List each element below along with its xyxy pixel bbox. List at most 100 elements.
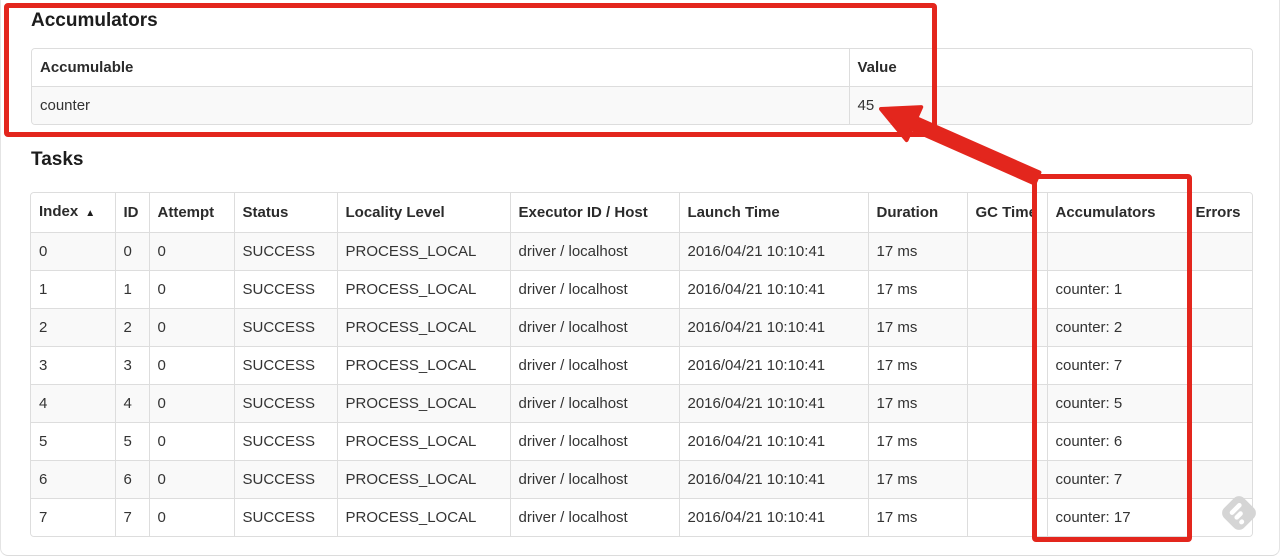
task-cell: 17 ms (868, 422, 968, 461)
tasks-column-header-index[interactable]: Index ▲ (31, 193, 116, 233)
task-cell: PROCESS_LOCAL (337, 346, 511, 385)
value-column-header: Value (849, 49, 1252, 87)
task-cell (1187, 498, 1252, 536)
task-cell: counter: 7 (1047, 460, 1188, 499)
task-cell: PROCESS_LOCAL (337, 308, 511, 347)
tasks-column-header-accumulators[interactable]: Accumulators (1047, 193, 1188, 233)
task-cell: 0 (149, 422, 235, 461)
task-cell: counter: 5 (1047, 384, 1188, 423)
tasks-heading: Tasks (31, 149, 84, 170)
task-cell (967, 384, 1048, 423)
spark-stage-page: Accumulators Accumulable Value counter 4… (0, 0, 1280, 556)
task-cell: counter: 17 (1047, 498, 1188, 536)
task-cell: driver / localhost (510, 498, 680, 536)
task-row: 4 4 0 SUCCESS PROCESS_LOCAL driver / localhos… (31, 384, 1252, 423)
task-cell: driver / localhost (510, 232, 680, 271)
task-cell: 2016/04/21 10:10:41 (679, 460, 869, 499)
task-cell: 5 (31, 422, 116, 461)
task-cell: 17 ms (868, 384, 968, 423)
task-row: 2 2 0 SUCCESS PROCESS_LOCAL driver / localhos… (31, 308, 1252, 347)
task-cell: driver / localhost (510, 422, 680, 461)
accumulable-column-header: Accumulable (32, 49, 850, 87)
task-cell: SUCCESS (234, 308, 338, 347)
task-cell (967, 422, 1048, 461)
accumulable-name-cell: counter (32, 86, 850, 124)
task-cell (1187, 346, 1252, 385)
task-cell: counter: 1 (1047, 270, 1188, 309)
task-cell: 2 (31, 308, 116, 347)
task-cell: driver / localhost (510, 346, 680, 385)
task-cell: 2016/04/21 10:10:41 (679, 346, 869, 385)
task-cell (1187, 422, 1252, 461)
accumulable-value-cell: 45 (849, 86, 1252, 124)
task-cell: PROCESS_LOCAL (337, 232, 511, 271)
task-cell: 0 (149, 384, 235, 423)
task-cell (967, 270, 1048, 309)
tasks-column-header-attempt[interactable]: Attempt (149, 193, 235, 233)
task-cell: PROCESS_LOCAL (337, 384, 511, 423)
task-cell: 17 ms (868, 232, 968, 271)
task-cell: driver / localhost (510, 270, 680, 309)
task-cell: 4 (115, 384, 150, 423)
task-cell: PROCESS_LOCAL (337, 422, 511, 461)
task-cell: 17 ms (868, 498, 968, 536)
task-cell: SUCCESS (234, 270, 338, 309)
task-cell (967, 232, 1048, 271)
tasks-header-row: Index ▲ ID Attempt Status Locality Level Execu… (31, 193, 1252, 233)
tasks-column-header-launch-time[interactable]: Launch Time (679, 193, 869, 233)
task-cell: driver / localhost (510, 460, 680, 499)
tasks-column-header-locality-level[interactable]: Locality Level (337, 193, 511, 233)
task-cell (1187, 270, 1252, 309)
tasks-column-header-errors[interactable]: Errors (1187, 193, 1252, 233)
accumulators-table: Accumulable Value counter 45 (31, 48, 1253, 125)
task-cell: 0 (149, 270, 235, 309)
task-cell: counter: 7 (1047, 346, 1188, 385)
task-cell: 2 (115, 308, 150, 347)
task-cell: 0 (115, 232, 150, 271)
tasks-column-header-duration[interactable]: Duration (868, 193, 968, 233)
accumulator-row: counter 45 (32, 86, 1252, 124)
tasks-column-header-id[interactable]: ID (115, 193, 150, 233)
task-cell: counter: 6 (1047, 422, 1188, 461)
task-cell: 7 (31, 498, 116, 536)
task-cell: 5 (115, 422, 150, 461)
task-cell (967, 498, 1048, 536)
task-row: 1 1 0 SUCCESS PROCESS_LOCAL driver / localhos… (31, 270, 1252, 309)
accumulators-heading: Accumulators (31, 10, 158, 31)
task-cell: 0 (149, 346, 235, 385)
tasks-column-header-gc-time[interactable]: GC Time (967, 193, 1048, 233)
task-cell: 2016/04/21 10:10:41 (679, 422, 869, 461)
tasks-column-header-status[interactable]: Status (234, 193, 338, 233)
task-cell: 17 ms (868, 346, 968, 385)
task-row: 5 5 0 SUCCESS PROCESS_LOCAL driver / localhos… (31, 422, 1252, 461)
task-cell: 17 ms (868, 270, 968, 309)
task-row: 0 0 0 SUCCESS PROCESS_LOCAL driver / localhos… (31, 232, 1252, 271)
task-cell: PROCESS_LOCAL (337, 498, 511, 536)
task-cell: driver / localhost (510, 308, 680, 347)
task-cell (1187, 308, 1252, 347)
task-cell: 0 (31, 232, 116, 271)
task-cell: PROCESS_LOCAL (337, 460, 511, 499)
task-cell: 6 (31, 460, 116, 499)
task-cell: 0 (149, 232, 235, 271)
task-cell: SUCCESS (234, 498, 338, 536)
task-cell: 7 (115, 498, 150, 536)
tasks-column-header-executor-id-host[interactable]: Executor ID / Host (510, 193, 680, 233)
task-cell: driver / localhost (510, 384, 680, 423)
task-cell: 3 (115, 346, 150, 385)
tasks-table: Index ▲ ID Attempt Status Locality Level Execu… (30, 192, 1253, 537)
task-cell: 2016/04/21 10:10:41 (679, 498, 869, 536)
task-cell: SUCCESS (234, 232, 338, 271)
task-cell: SUCCESS (234, 384, 338, 423)
task-row: 6 6 0 SUCCESS PROCESS_LOCAL driver / localhos… (31, 460, 1252, 499)
task-cell: 3 (31, 346, 116, 385)
task-cell: 1 (115, 270, 150, 309)
task-cell: 17 ms (868, 460, 968, 499)
sort-ascending-icon: ▲ (85, 208, 96, 219)
task-cell: 17 ms (868, 308, 968, 347)
task-cell: SUCCESS (234, 422, 338, 461)
task-cell (1187, 460, 1252, 499)
task-cell: 0 (149, 460, 235, 499)
task-cell: PROCESS_LOCAL (337, 270, 511, 309)
task-row: 7 7 0 SUCCESS PROCESS_LOCAL driver / localhos… (31, 498, 1252, 536)
